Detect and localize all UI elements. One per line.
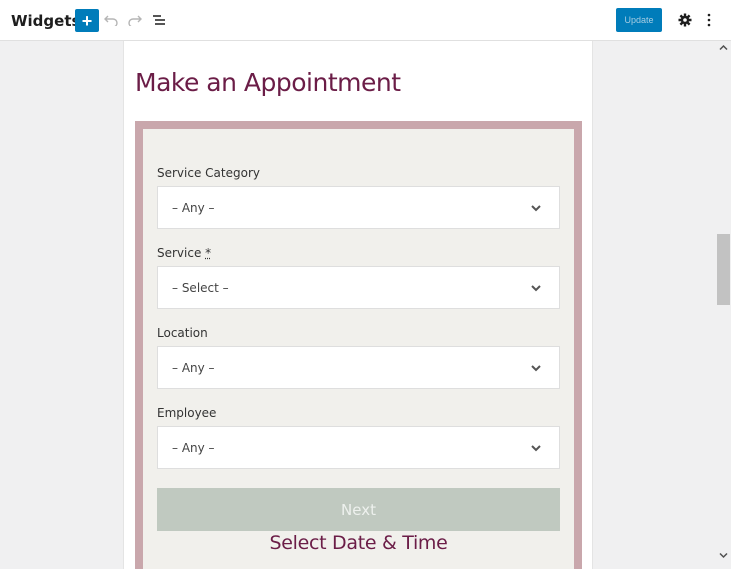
- location-label: Location: [157, 326, 208, 340]
- editor-header: Widgets + Update: [0, 0, 731, 41]
- required-marker: *: [205, 246, 212, 260]
- redo-icon[interactable]: [126, 11, 144, 29]
- list-view-icon[interactable]: [150, 11, 168, 29]
- service-label: Service *: [157, 246, 212, 260]
- scrollbar[interactable]: [716, 41, 731, 569]
- employee-label: Employee: [157, 406, 217, 420]
- select-value: – Select –: [172, 280, 229, 295]
- gear-icon[interactable]: [676, 11, 694, 29]
- update-button[interactable]: Update: [616, 8, 662, 32]
- chevron-down-icon: [531, 365, 541, 372]
- scrollbar-thumb[interactable]: [717, 234, 730, 305]
- select-value: – Any –: [172, 200, 215, 215]
- chevron-up-icon[interactable]: [719, 44, 728, 51]
- add-block-button[interactable]: +: [75, 9, 99, 32]
- appointment-form: Service Category – Any – Service * – Sel…: [143, 129, 574, 569]
- next-button[interactable]: Next: [157, 488, 560, 531]
- location-select[interactable]: – Any –: [157, 346, 560, 389]
- chevron-down-icon: [531, 445, 541, 452]
- service-select[interactable]: – Select –: [157, 266, 560, 309]
- select-value: – Any –: [172, 360, 215, 375]
- chevron-down-icon: [531, 205, 541, 212]
- chevron-down-icon[interactable]: [719, 552, 728, 559]
- kebab-menu-icon[interactable]: [700, 11, 718, 29]
- select-value: – Any –: [172, 440, 215, 455]
- service-category-label: Service Category: [157, 166, 260, 180]
- step-heading: Select Date & Time: [269, 532, 448, 554]
- page-title: Widgets: [11, 12, 81, 30]
- service-category-select[interactable]: – Any –: [157, 186, 560, 229]
- undo-icon[interactable]: [102, 11, 120, 29]
- appointment-form-frame: Service Category – Any – Service * – Sel…: [135, 121, 582, 569]
- chevron-down-icon: [531, 285, 541, 292]
- employee-select[interactable]: – Any –: [157, 426, 560, 469]
- widget-heading[interactable]: Make an Appointment: [135, 68, 401, 97]
